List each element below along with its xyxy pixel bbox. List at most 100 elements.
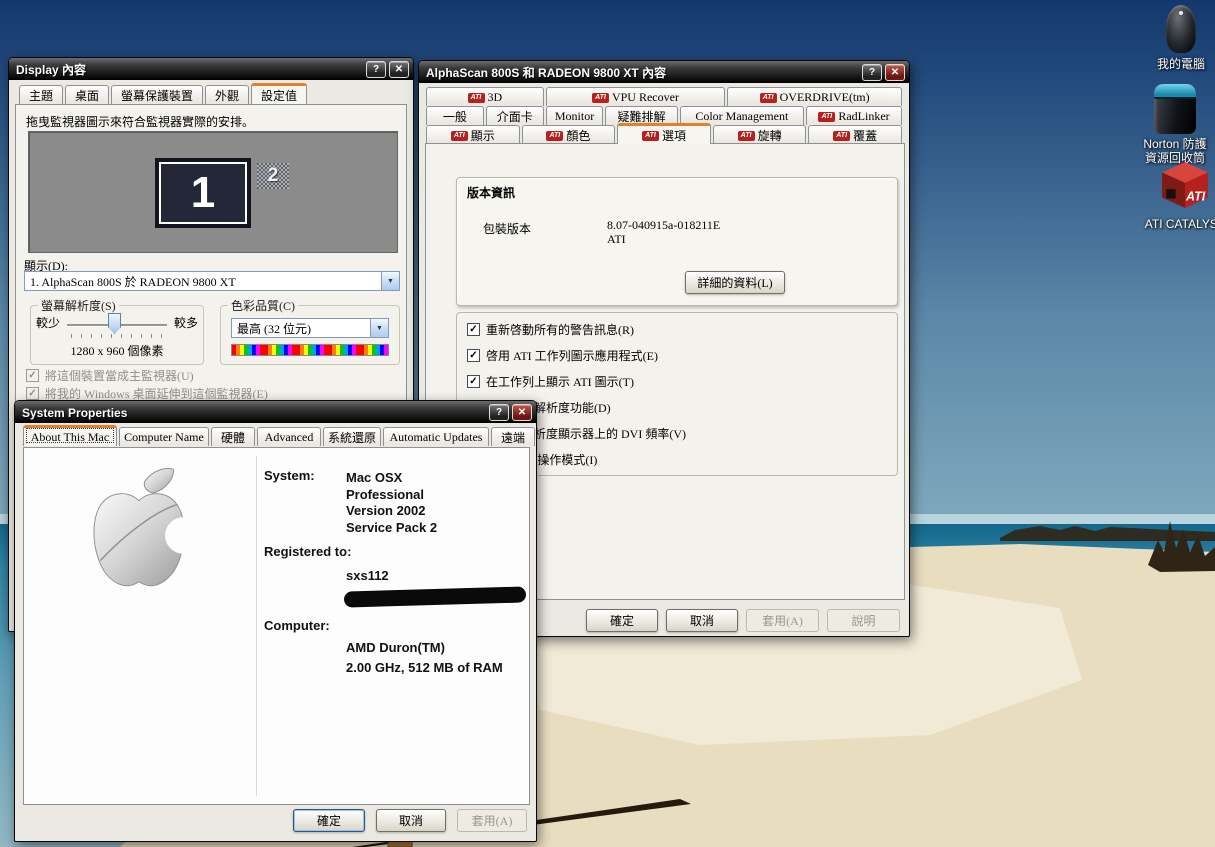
cancel-button[interactable]: 取消 [376,809,446,832]
tab-system-restore[interactable]: 系統還原 [323,427,381,446]
ati-cube-logo-text: ATI [1185,190,1206,204]
system-line: Version 2002 [346,503,426,518]
tab-appearance[interactable]: 外觀 [205,85,249,104]
tab-computer-name[interactable]: Computer Name [119,427,209,446]
show-ati-icon-checkbox[interactable]: ✓ 在工作列上顯示 ATI 圖示(T) [467,373,634,390]
ati-cube-icon: ATI [1162,162,1208,208]
tab-screensaver[interactable]: 螢幕保護裝置 [111,85,203,104]
primary-monitor-checkbox[interactable]: ✓ 將這個裝置當成主監視器(U) [26,367,194,384]
system-line: Service Pack 2 [346,520,438,535]
tab-automatic-updates[interactable]: Automatic Updates [383,427,489,446]
close-button[interactable]: ✕ [885,64,905,81]
help-button[interactable]: ? [862,64,882,81]
ati-logo-icon: ATI [591,92,609,103]
ati-logo-icon: ATI [467,92,485,103]
close-button[interactable]: ✕ [389,61,409,78]
checkbox-checked-icon[interactable]: ✓ [467,323,480,336]
tab-overlay[interactable]: ATI 覆蓋 [808,125,902,144]
resolution-slider-thumb[interactable] [108,313,121,334]
system-line: Professional [346,487,425,502]
about-tab-pane: System: Mac OSX Professional Version 200… [23,447,530,805]
my-computer-icon [1166,5,1196,53]
apply-button[interactable]: 套用(A) [746,609,819,632]
color-spectrum-bar [231,344,389,356]
tab-general[interactable]: 一般 [426,106,484,125]
slider-more-label: 較多 [173,316,198,330]
recycle-bin-icon [1154,84,1196,134]
ok-button[interactable]: 確定 [586,609,658,632]
tab-3d[interactable]: ATI 3D [426,87,544,106]
chevron-down-icon[interactable]: ▼ [370,319,388,337]
ati-logo-icon: ATI [833,130,851,141]
tab-desktop[interactable]: 桌面 [65,85,109,104]
display-titlebar[interactable]: Display 內容 ? ✕ [9,58,413,80]
help-button[interactable]: ? [489,404,509,421]
tab-color[interactable]: ATI 顏色 [521,125,616,144]
ati-logo-icon: ATI [641,130,659,141]
resolution-value: 1280 x 960 個像素 [70,344,164,358]
monitor-2[interactable]: 2 [257,163,289,189]
redacted-marker [343,586,527,608]
system-line: Mac OSX [346,470,403,485]
window-title: AlphaScan 800S 和 RADEON 9800 XT 內容 [426,66,667,80]
version-info-panel: 版本資訊 包裝版本 8.07-040915a-018211E ATI 詳細的資料… [456,177,898,306]
icon-label: 我的電腦 [1156,57,1205,71]
monitor-arrangement-preview: 1 2 [28,131,398,253]
checkbox-checked-icon[interactable]: ✓ [26,369,39,382]
system-titlebar[interactable]: System Properties ? ✕ [15,401,536,423]
apply-button[interactable]: 套用(A) [457,809,527,832]
window-title: System Properties [22,405,128,420]
ati-logo-icon: ATI [450,130,468,141]
desktop-icon-my-computer[interactable]: 我的電腦 [1150,5,1212,71]
tab-rotation[interactable]: ATI 旋轉 [712,125,807,144]
apple-logo-icon [93,467,199,587]
icon-label: ATI CATALYST [1144,217,1215,231]
computer-line: AMD Duron(TM) [346,640,445,655]
color-quality-group: 色彩品質(C) 最高 (32 位元) ▼ [220,297,400,365]
system-label: System: [264,468,315,483]
system-properties-window: System Properties ? ✕ About This Mac Com… [14,400,537,842]
details-button[interactable]: 詳細的資料(L) [685,271,785,294]
checkbox-checked-icon[interactable]: ✓ [467,375,480,388]
window-title: Display 內容 [16,63,87,77]
checkbox-checked-icon[interactable]: ✓ [467,349,480,362]
tab-remote[interactable]: 遠端 [491,427,535,446]
ok-button[interactable]: 確定 [293,809,365,832]
display-select[interactable]: 1. AlphaScan 800S 於 RADEON 9800 XT ▼ [24,271,400,291]
cancel-button[interactable]: 取消 [666,609,738,632]
tab-advanced[interactable]: Advanced [257,427,321,446]
ati-logo-icon: ATI [737,130,755,141]
tab-about-this-mac[interactable]: About This Mac [23,425,117,446]
registered-label: Registered to: [264,544,352,559]
ati-titlebar[interactable]: AlphaScan 800S 和 RADEON 9800 XT 內容 ? ✕ [419,61,909,83]
ati-taskbar-app-checkbox[interactable]: ✓ 啓用 ATI 工作列圖示應用程式(E) [467,347,658,364]
vendor-value: ATI [607,232,626,246]
close-button[interactable]: ✕ [512,404,532,421]
chevron-down-icon[interactable]: ▼ [381,272,399,290]
package-version-label: 包裝版本 [483,222,532,236]
ati-logo-icon: ATI [818,111,836,122]
help-button[interactable]: 說明 [827,609,900,632]
ati-logo-icon: ATI [759,92,777,103]
help-button[interactable]: ? [366,61,386,78]
monitor-1[interactable]: 1 [155,158,251,228]
tab-monitor[interactable]: Monitor [545,106,604,125]
desktop-icon-ati-catalyst[interactable]: ATI ATI CATALYST [1140,160,1215,231]
tab-settings[interactable]: 設定值 [251,83,307,104]
reactivate-warnings-checkbox[interactable]: ✓ 重新啓動所有的警告訊息(R) [467,321,634,338]
package-version-value: 8.07-040915a-018211E [607,218,721,232]
tab-adapter[interactable]: 介面卡 [485,106,544,125]
checkbox-checked-icon[interactable]: ✓ [26,387,39,400]
icon-label: Norton 防護 [1143,137,1207,151]
registered-user: sxs112 [346,568,389,583]
tab-displays[interactable]: ATI 顯示 [426,125,520,144]
tab-hardware[interactable]: 硬體 [211,427,255,446]
tab-themes[interactable]: 主題 [19,85,63,104]
version-group-title: 版本資訊 [467,186,516,200]
desktop-icon-norton-recycle-bin[interactable]: Norton 防護 資源回收筒 [1136,84,1214,165]
tab-overdrive[interactable]: ATI OVERDRIVE(tm) [727,87,903,106]
tab-vpu-recover[interactable]: ATI VPU Recover [545,87,726,106]
tab-options[interactable]: ATI 選項 [617,123,711,144]
color-quality-select[interactable]: 最高 (32 位元) ▼ [231,318,389,338]
tab-radlinker[interactable]: ATI RadLinker [806,106,902,125]
